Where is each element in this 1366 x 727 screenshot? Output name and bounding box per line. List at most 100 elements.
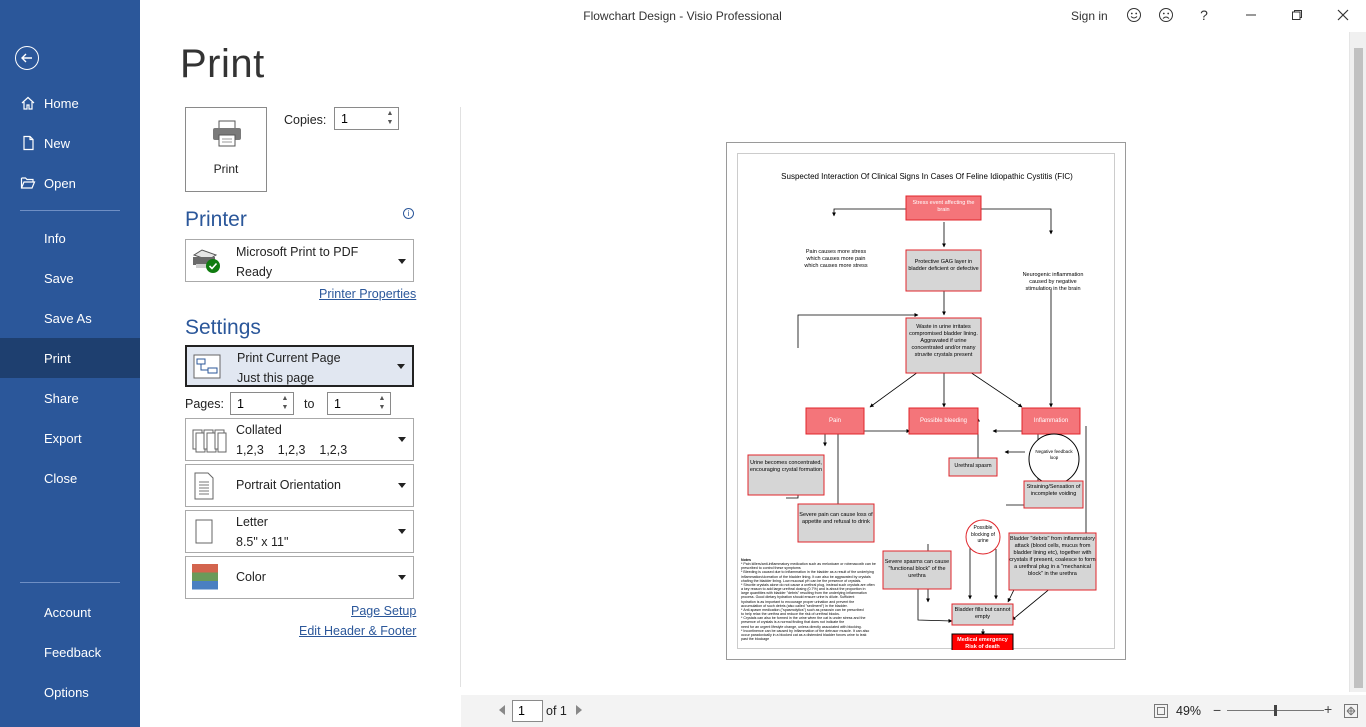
chevron-down-icon: [398, 437, 406, 442]
spin-up-icon[interactable]: ▲: [384, 109, 396, 118]
chevron-down-icon: [398, 483, 406, 488]
pages-from-stepper[interactable]: ▲ ▼: [230, 392, 294, 415]
folder-open-icon: [19, 174, 37, 192]
node-waste-label: Waste in urine irritates compromised bla…: [909, 324, 978, 358]
preview-status-bar: of 1 49% − +: [461, 695, 1366, 727]
node-feedback: Negative feedback loop: [1028, 433, 1080, 485]
nav-item-account[interactable]: Account: [0, 592, 140, 632]
edit-header-footer-link[interactable]: Edit Header & Footer: [299, 624, 416, 638]
nav-item-feedback[interactable]: Feedback: [0, 632, 140, 672]
zoom-slider-thumb[interactable]: [1273, 705, 1277, 716]
current-page-icon: [193, 354, 221, 379]
copies-input[interactable]: [341, 112, 385, 126]
zoom-to-page-icon[interactable]: [1343, 703, 1359, 719]
collated-icon: [192, 429, 227, 453]
sign-in-link[interactable]: Sign in: [1071, 9, 1108, 23]
nav-item-print[interactable]: Print: [0, 338, 140, 378]
to-label: to: [304, 397, 315, 411]
nav-item-options[interactable]: Options: [0, 672, 140, 712]
spin-up-icon[interactable]: ▲: [376, 394, 388, 403]
spin-down-icon[interactable]: ▼: [279, 403, 291, 412]
nav-item-home[interactable]: Home: [0, 83, 140, 123]
nav-item-save[interactable]: Save: [0, 258, 140, 298]
node-pain: Pain: [805, 407, 865, 435]
nav-label: Info: [44, 230, 66, 246]
zoom-in-icon[interactable]: +: [1324, 701, 1332, 717]
collation-subtitle: 1,2,3 1,2,3 1,2,3: [236, 443, 348, 457]
nav-divider: [20, 582, 120, 583]
printer-properties-link[interactable]: Printer Properties: [319, 287, 416, 301]
minimize-icon[interactable]: [1240, 5, 1262, 25]
node-emergency: Medical emergency Risk of death: [951, 633, 1014, 656]
page-setup-link[interactable]: Page Setup: [351, 604, 416, 618]
info-icon[interactable]: i: [403, 208, 414, 219]
print-button[interactable]: Print: [185, 107, 267, 192]
nav-item-share[interactable]: Share: [0, 378, 140, 418]
nav-label: Share: [44, 390, 79, 406]
orientation-dropdown[interactable]: Portrait Orientation: [185, 464, 414, 507]
nav-item-info[interactable]: Info: [0, 218, 140, 258]
copies-spin-arrows[interactable]: ▲ ▼: [384, 109, 396, 128]
node-inflammation: Inflammation: [1021, 407, 1081, 435]
pages-to-stepper[interactable]: ▲ ▼: [327, 392, 391, 415]
pages-to-spin-arrows[interactable]: ▲ ▼: [376, 394, 388, 413]
nav-item-new[interactable]: New: [0, 123, 140, 163]
previous-page-icon[interactable]: [499, 705, 505, 715]
nav-item-close[interactable]: Close: [0, 458, 140, 498]
close-window-icon[interactable]: [1332, 5, 1354, 25]
back-arrow-icon: [21, 53, 32, 63]
page-title: Print: [180, 42, 265, 86]
nav-item-open[interactable]: Open: [0, 163, 140, 203]
next-page-icon[interactable]: [576, 705, 582, 715]
pages-from-input[interactable]: [237, 397, 281, 411]
copies-stepper[interactable]: ▲ ▼: [334, 107, 399, 130]
settings-section-title: Settings: [185, 316, 261, 339]
portrait-orientation-icon: [194, 472, 214, 500]
collation-dropdown[interactable]: Collated 1,2,3 1,2,3 1,2,3: [185, 418, 414, 461]
node-pain-stress-label: Pain causes more stress which causes mor…: [804, 249, 868, 269]
page-count-label: of 1: [546, 704, 567, 718]
nav-label: Close: [44, 470, 78, 486]
vertical-scrollbar[interactable]: [1349, 32, 1366, 692]
restore-icon[interactable]: [1286, 5, 1308, 25]
flowchart-diagram: Suspected Interaction Of Clinical Signs …: [741, 172, 1097, 656]
spin-down-icon[interactable]: ▼: [384, 118, 396, 127]
node-debris-label: Bladder "debris" from inflammatory attac…: [1009, 536, 1096, 577]
scrollbar-thumb[interactable]: [1354, 48, 1363, 688]
spin-down-icon[interactable]: ▼: [376, 403, 388, 412]
printer-dropdown[interactable]: Microsoft Print to PDF Ready: [185, 239, 414, 282]
pages-to-input[interactable]: [334, 397, 378, 411]
fit-page-icon[interactable]: [1153, 703, 1169, 719]
color-dropdown[interactable]: Color: [185, 556, 414, 599]
node-straining: Straining/Sensation of incomplete voidin…: [1023, 480, 1084, 509]
print-scope-dropdown[interactable]: Print Current Page Just this page: [185, 345, 414, 387]
help-button[interactable]: ?: [1193, 5, 1215, 25]
node-feedback-label: Negative feedback loop: [1035, 449, 1073, 460]
back-button[interactable]: [15, 46, 39, 70]
window-title: Flowchart Design - Visio Professional: [583, 9, 782, 23]
node-emergency-label: Medical emergency Risk of death: [957, 637, 1008, 650]
node-fills: Bladder fills but cannot empty: [951, 603, 1014, 626]
frown-feedback-icon[interactable]: [1155, 5, 1177, 25]
nav-item-export[interactable]: Export: [0, 418, 140, 458]
zoom-percentage[interactable]: 49%: [1176, 704, 1201, 718]
node-bleeding-label: Possible bleeding: [919, 418, 968, 424]
pages-from-spin-arrows[interactable]: ▲ ▼: [279, 394, 291, 413]
nav-label: Save As: [44, 310, 92, 326]
chevron-down-icon: [397, 364, 405, 369]
nav-label: New: [44, 135, 71, 151]
printer-status: Ready: [236, 265, 273, 279]
zoom-out-icon[interactable]: −: [1213, 702, 1221, 718]
node-stress-label: Stress event affecting the brain: [912, 200, 975, 213]
page-number-input[interactable]: [512, 700, 543, 722]
spin-up-icon[interactable]: ▲: [279, 394, 291, 403]
nav-label: Home: [44, 95, 79, 111]
nav-item-save-as[interactable]: Save As: [0, 298, 140, 338]
smile-feedback-icon[interactable]: [1123, 5, 1145, 25]
nav-label: Account: [44, 604, 91, 620]
copies-label: Copies:: [284, 113, 327, 127]
paper-size-title: Letter: [236, 515, 268, 529]
node-inflammation-label: Inflammation: [1033, 418, 1069, 424]
paper-size-dropdown[interactable]: Letter 8.5" x 11": [185, 510, 414, 553]
diagram-notes: Notes * Pain killers/anti-inflammatory m…: [741, 558, 881, 641]
